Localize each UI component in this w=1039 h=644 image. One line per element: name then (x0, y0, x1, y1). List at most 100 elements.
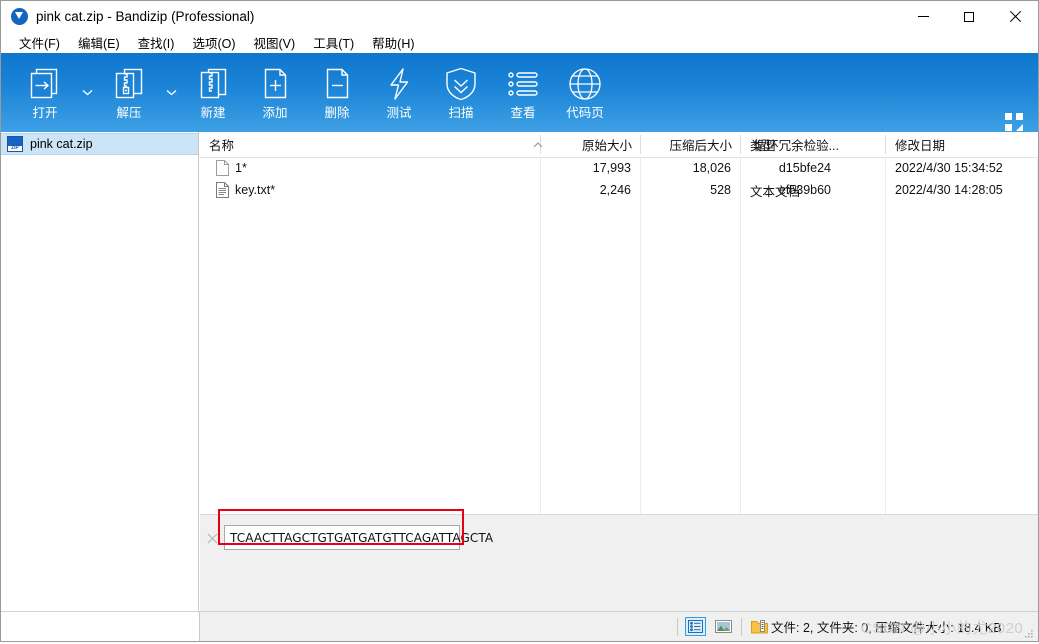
toolbar-button-scan[interactable]: 扫描 (430, 53, 492, 132)
status-text: 文件: 2, 文件夹: 0, 压缩文件大小: 18.4 KB (771, 621, 1002, 635)
column-header-type[interactable]: 类型 (741, 132, 886, 157)
chevron-down-icon (82, 90, 92, 96)
column-divider[interactable] (740, 135, 741, 154)
close-icon (1009, 11, 1021, 23)
cell-compressed-size: 528 (710, 183, 731, 197)
cell-original-size: 2,246 (599, 183, 631, 197)
maximize-button[interactable] (946, 1, 992, 32)
menu-bar: 文件(F) 编辑(E) 查找(I) 选项(O) 视图(V) 工具(T) 帮助(H… (1, 32, 1038, 53)
comment-text: TCAACTTAGCTGTGATGATGTTCAGATTAGCTA (230, 530, 494, 545)
extract-icon (111, 64, 147, 104)
file-rows: 1* 17,993 18,026 d15bfe24 2022/4/30 15:3… (200, 157, 1038, 201)
cell-compressed-size: 18,026 (692, 161, 731, 175)
toolbar-label-delete: 删除 (324, 106, 350, 120)
toolbar-button-delete[interactable]: 删除 (306, 53, 368, 132)
toolbar-dropdown-extract[interactable] (160, 53, 182, 132)
column-header-original-size[interactable]: 原始大小 (541, 132, 641, 157)
toolbar-label-extract: 解压 (116, 106, 142, 120)
status-divider (741, 617, 742, 636)
status-divider (677, 617, 678, 636)
folder-view-icon[interactable] (749, 617, 770, 636)
cell-modified: 2022/4/30 15:34:52 (895, 161, 1003, 175)
comment-input[interactable]: TCAACTTAGCTGTGATGATGTTCAGATTAGCTA (224, 525, 493, 550)
resize-grip-icon[interactable] (1022, 626, 1034, 638)
text-document-icon (216, 182, 229, 198)
toolbar-label-new: 新建 (200, 106, 226, 120)
bandizip-logo-icon (11, 8, 28, 25)
bandizip-window: pink cat.zip - Bandizip (Professional) 文… (0, 0, 1039, 642)
toolbar: 打开 解压 新建 添加 删除 测试 扫描 查看 代码页 (1, 53, 1038, 132)
column-divider[interactable] (640, 135, 641, 154)
cell-original-size: 17,993 (592, 161, 631, 175)
menu-file[interactable]: 文件(F) (10, 31, 69, 54)
toolbar-button-test[interactable]: 测试 (368, 53, 430, 132)
file-name-label: key.txt* (235, 183, 276, 197)
title-bar-left: pink cat.zip - Bandizip (Professional) (11, 1, 254, 32)
open-archive-icon (27, 64, 63, 104)
toolbar-button-open[interactable]: 打开 (14, 53, 76, 132)
column-header-name[interactable]: 名称 (200, 132, 541, 157)
cell-name: key.txt* (200, 179, 541, 201)
thumbnail-view-icon[interactable] (713, 617, 734, 636)
blank-document-icon (216, 160, 229, 176)
status-bar: 文件: 2, 文件夹: 0, 压缩文件大小: 18.4 KB (1, 611, 1038, 641)
toolbar-label-scan: 扫描 (448, 106, 474, 120)
toolbar-label-test: 测试 (386, 106, 412, 120)
comment-panel: TCAACTTAGCTGTGATGATGTTCAGATTAGCTA (200, 514, 1038, 611)
menu-edit[interactable]: 编辑(E) (69, 31, 129, 54)
close-button[interactable] (992, 1, 1038, 32)
minimize-button[interactable] (900, 1, 946, 32)
column-headers: 名称 原始大小 压缩后大小 循环冗余检验... 类型 修改日期 (200, 132, 1038, 158)
add-files-icon (257, 64, 293, 104)
file-list: 名称 原始大小 压缩后大小 循环冗余检验... 类型 修改日期 1* 17,99… (200, 132, 1038, 514)
column-line (740, 157, 741, 514)
delete-files-icon (319, 64, 355, 104)
cell-type: 文本文档 (750, 184, 801, 199)
cell-name: 1* (200, 157, 541, 179)
column-line (640, 157, 641, 514)
toolbar-button-codepage[interactable]: 代码页 (554, 53, 616, 132)
sidebar-item-label: pink cat.zip (30, 137, 93, 151)
archive-tree-sidebar: pink cat.zip (1, 132, 199, 611)
toolbar-dropdown-open[interactable] (76, 53, 98, 132)
cell-crc: d15bfe24 (778, 161, 831, 175)
toolbar-label-codepage: 代码页 (566, 106, 604, 120)
file-name-label: 1* (235, 161, 247, 175)
cell-modified: 2022/4/30 14:28:05 (895, 183, 1003, 197)
toolbar-label-view: 查看 (510, 106, 536, 120)
toolbar-button-view[interactable]: 查看 (492, 53, 554, 132)
virus-scan-shield-icon (442, 64, 480, 104)
sort-ascending-icon (533, 135, 543, 153)
menu-tools[interactable]: 工具(T) (304, 31, 363, 54)
toolbar-button-extract[interactable]: 解压 (98, 53, 160, 132)
column-line (1037, 157, 1038, 514)
window-controls (900, 1, 1038, 32)
table-row[interactable]: key.txt* 2,246 528 ef539b60 2022/4/30 14… (200, 179, 1038, 201)
window-title: pink cat.zip - Bandizip (Professional) (36, 9, 255, 24)
status-bar-left-pane (1, 612, 200, 641)
table-row[interactable]: 1* 17,993 18,026 d15bfe24 2022/4/30 15:3… (200, 157, 1038, 179)
toolbar-button-new[interactable]: 新建 (182, 53, 244, 132)
toolbar-button-add[interactable]: 添加 (244, 53, 306, 132)
toolbar-label-open: 打开 (32, 106, 58, 120)
column-line (540, 157, 541, 514)
menu-find[interactable]: 查找(I) (129, 31, 184, 54)
view-list-icon (504, 64, 542, 104)
test-archive-icon (381, 64, 417, 104)
column-header-modified[interactable]: 修改日期 (886, 132, 1038, 157)
status-view-icons (677, 612, 770, 641)
codepage-globe-icon (567, 64, 603, 104)
close-comment-icon[interactable] (207, 531, 218, 544)
toolbar-label-add: 添加 (262, 106, 288, 120)
layout-grid-icon[interactable] (1005, 113, 1024, 132)
column-divider[interactable] (885, 135, 886, 154)
sidebar-item-pink-cat-zip[interactable]: pink cat.zip (1, 133, 198, 155)
details-view-icon[interactable] (685, 617, 706, 636)
zip-file-icon (7, 136, 23, 152)
menu-help[interactable]: 帮助(H) (363, 31, 423, 54)
menu-view[interactable]: 视图(V) (245, 31, 305, 54)
title-bar: pink cat.zip - Bandizip (Professional) (1, 1, 1038, 32)
menu-options[interactable]: 选项(O) (183, 31, 244, 54)
new-archive-icon (195, 64, 231, 104)
chevron-down-icon (166, 90, 176, 96)
